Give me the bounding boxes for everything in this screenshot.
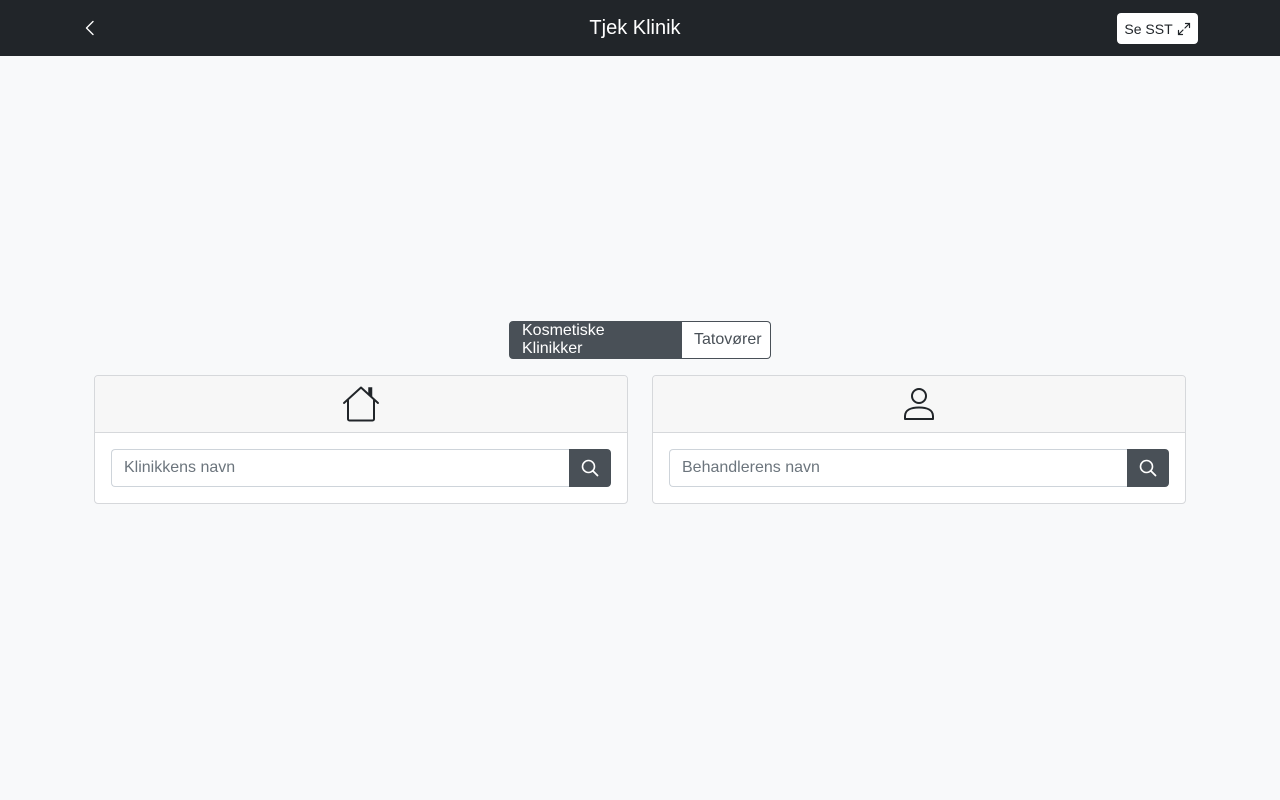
house-icon [343, 386, 379, 422]
search-icon [581, 459, 599, 477]
top-navbar: Tjek Klinik Se SST [0, 0, 1280, 56]
clinic-card-body [95, 433, 627, 503]
toggle-tatovoerer[interactable]: Tatovører [682, 321, 771, 359]
se-sst-button[interactable]: Se SST [1117, 13, 1198, 44]
clinic-card-header [95, 376, 627, 433]
page-title: Tjek Klinik [589, 16, 681, 39]
practitioner-search-button[interactable] [1127, 449, 1169, 487]
practitioner-search-card [652, 375, 1186, 504]
toggle-kosmetiske-klinikker[interactable]: Kosmetiske Klinikker [509, 321, 682, 359]
person-icon [904, 388, 934, 420]
practitioner-card-body [653, 433, 1185, 503]
expand-arrows-icon [1177, 22, 1190, 35]
se-sst-button-label: Se SST [1124, 20, 1173, 37]
clinic-search-card [94, 375, 628, 504]
clinic-name-input[interactable] [111, 449, 570, 487]
category-toggle: Kosmetiske Klinikker Tatovører [509, 321, 771, 359]
clinic-search-button[interactable] [569, 449, 611, 487]
search-icon [1139, 459, 1157, 477]
practitioner-name-input[interactable] [669, 449, 1128, 487]
practitioner-card-header [653, 376, 1185, 433]
